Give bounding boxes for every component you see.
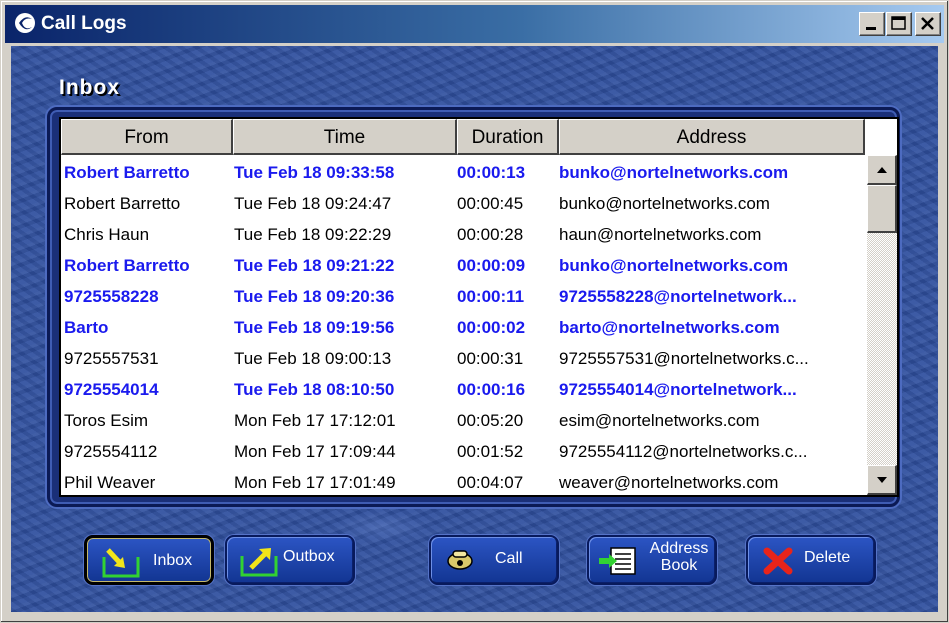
cell-time: Mon Feb 17 17:09:44 bbox=[234, 442, 396, 461]
cell-duration: 00:00:31 bbox=[457, 349, 524, 368]
delete-x-icon bbox=[762, 546, 794, 581]
cell-from: 9725554112 bbox=[64, 442, 158, 461]
cell-time: Mon Feb 17 17:12:01 bbox=[234, 411, 396, 430]
scroll-down-icon bbox=[877, 477, 887, 483]
cell-from: Robert Barretto bbox=[64, 256, 190, 275]
maximize-button[interactable] bbox=[886, 12, 912, 36]
call-log-list[interactable]: From Time Duration Address Robert Barret… bbox=[59, 117, 899, 497]
column-header-address[interactable]: Address bbox=[559, 119, 865, 155]
call-button-label: Call bbox=[495, 550, 523, 567]
cell-time: Tue Feb 18 09:20:36 bbox=[234, 287, 395, 306]
cell-duration: 00:05:20 bbox=[457, 411, 524, 430]
column-header-time[interactable]: Time bbox=[233, 119, 457, 155]
cell-address: barto@nortelnetworks.com bbox=[559, 318, 780, 337]
cell-address: 9725554112@nortelnetworks.c... bbox=[559, 442, 808, 461]
table-row[interactable]: 9725554112 Mon Feb 17 17:09:44 00:01:52 972… bbox=[61, 436, 867, 467]
table-row[interactable]: Robert Barretto Tue Feb 18 09:33:58 00:00:… bbox=[61, 157, 867, 188]
cell-from: Robert Barretto bbox=[64, 163, 190, 182]
table-row[interactable]: Toros Esim Mon Feb 17 17:12:01 00:05:20 esi… bbox=[61, 405, 867, 436]
cell-from: 9725557531 bbox=[64, 349, 159, 368]
cell-address: weaver@nortelnetworks.com bbox=[559, 473, 779, 492]
address-book-label-line1: Address bbox=[649, 540, 709, 557]
cell-from: Barto bbox=[64, 318, 109, 337]
cell-duration: 00:00:13 bbox=[457, 163, 526, 182]
close-button[interactable] bbox=[915, 12, 941, 36]
call-logs-window: Call Logs Inbox From Time Duration Addre… bbox=[0, 0, 949, 623]
table-row[interactable]: Barto Tue Feb 18 09:19:56 00:00:02 barto@no… bbox=[61, 312, 867, 343]
phone-icon bbox=[445, 546, 477, 579]
minimize-icon bbox=[866, 27, 876, 30]
cell-time: Tue Feb 18 09:24:47 bbox=[234, 194, 392, 213]
delete-button-label: Delete bbox=[804, 549, 851, 566]
address-book-button[interactable]: Address Book bbox=[587, 535, 717, 585]
cell-time: Tue Feb 18 09:21:22 bbox=[234, 256, 395, 275]
cell-from: 9725558228 bbox=[64, 287, 159, 306]
table-row[interactable]: Robert Barretto Tue Feb 18 09:24:47 00:00:… bbox=[61, 188, 867, 219]
cell-address: bunko@nortelnetworks.com bbox=[559, 163, 789, 182]
scroll-down-button[interactable] bbox=[867, 465, 897, 495]
minimize-button[interactable] bbox=[859, 12, 885, 36]
cell-time: Tue Feb 18 08:10:50 bbox=[234, 380, 395, 399]
cell-time: Tue Feb 18 09:00:13 bbox=[234, 349, 392, 368]
cell-address: 9725554014@nortelnetwork... bbox=[559, 380, 797, 399]
close-icon bbox=[921, 17, 934, 30]
table-row[interactable]: 9725554014 Tue Feb 18 08:10:50 00:00:16 972… bbox=[61, 374, 867, 405]
cell-duration: 00:00:02 bbox=[457, 318, 526, 337]
cell-duration: 00:00:09 bbox=[457, 256, 526, 275]
cell-address: bunko@nortelnetworks.com bbox=[559, 194, 770, 213]
address-book-label-line2: Book bbox=[660, 557, 698, 574]
cell-duration: 00:01:52 bbox=[457, 442, 524, 461]
outbox-button[interactable]: Outbox bbox=[225, 535, 355, 585]
table-row[interactable]: Chris Haun Tue Feb 18 09:22:29 00:00:28 hau… bbox=[61, 219, 867, 250]
vertical-scrollbar[interactable] bbox=[867, 155, 897, 495]
address-book-label: Address Book bbox=[643, 540, 715, 574]
table-row[interactable]: 9725558228 Tue Feb 18 09:20:36 00:00:11 972… bbox=[61, 281, 867, 312]
scroll-up-button[interactable] bbox=[867, 155, 897, 185]
cell-from: Robert Barretto bbox=[64, 194, 181, 213]
delete-button[interactable]: Delete bbox=[746, 535, 876, 585]
cell-duration: 00:00:28 bbox=[457, 225, 524, 244]
table-row[interactable]: 9725557531 Tue Feb 18 09:00:13 00:00:31 972… bbox=[61, 343, 867, 374]
cell-time: Tue Feb 18 09:22:29 bbox=[234, 225, 392, 244]
cell-address: 9725557531@nortelnetworks.c... bbox=[559, 349, 809, 368]
cell-address: bunko@nortelnetworks.com bbox=[559, 256, 789, 275]
cell-duration: 00:00:11 bbox=[457, 287, 525, 306]
outbox-button-label: Outbox bbox=[283, 548, 335, 565]
scroll-thumb[interactable] bbox=[867, 185, 897, 233]
cell-address: esim@nortelnetworks.com bbox=[559, 411, 760, 430]
column-header-row: From Time Duration Address bbox=[61, 119, 867, 155]
inbox-button[interactable]: Inbox bbox=[84, 535, 214, 585]
section-title: Inbox bbox=[59, 76, 120, 99]
inbox-arrow-icon bbox=[101, 547, 141, 584]
cell-address: 9725558228@nortelnetwork... bbox=[559, 287, 797, 306]
cell-from: Toros Esim bbox=[64, 411, 149, 430]
outbox-arrow-icon bbox=[239, 546, 279, 583]
cell-time: Mon Feb 17 17:01:49 bbox=[234, 473, 396, 492]
table-row[interactable]: Robert Barretto Tue Feb 18 09:21:22 00:00:… bbox=[61, 250, 867, 281]
inbox-button-label: Inbox bbox=[153, 552, 193, 569]
column-header-from[interactable]: From bbox=[61, 119, 233, 155]
cell-duration: 00:00:45 bbox=[457, 194, 524, 213]
cell-from: 9725554014 bbox=[64, 380, 159, 399]
table-row[interactable]: Phil Weaver Mon Feb 17 17:01:49 00:04:07 we… bbox=[61, 467, 867, 495]
app-logo-icon bbox=[13, 11, 37, 35]
cell-time: Tue Feb 18 09:33:58 bbox=[234, 163, 395, 182]
cell-duration: 00:04:07 bbox=[457, 473, 524, 492]
call-button[interactable]: Call bbox=[429, 535, 559, 585]
cell-address: haun@nortelnetworks.com bbox=[559, 225, 762, 244]
window-title: Call Logs bbox=[41, 13, 127, 34]
scroll-up-icon bbox=[877, 167, 887, 173]
column-header-duration[interactable]: Duration bbox=[457, 119, 559, 155]
cell-time: Tue Feb 18 09:19:56 bbox=[234, 318, 395, 337]
cell-duration: 00:00:16 bbox=[457, 380, 526, 399]
cell-from: Chris Haun bbox=[64, 225, 150, 244]
maximize-icon bbox=[891, 16, 906, 30]
address-book-icon bbox=[597, 546, 639, 581]
cell-from: Phil Weaver bbox=[64, 473, 156, 492]
title-bar[interactable]: Call Logs bbox=[5, 5, 944, 43]
